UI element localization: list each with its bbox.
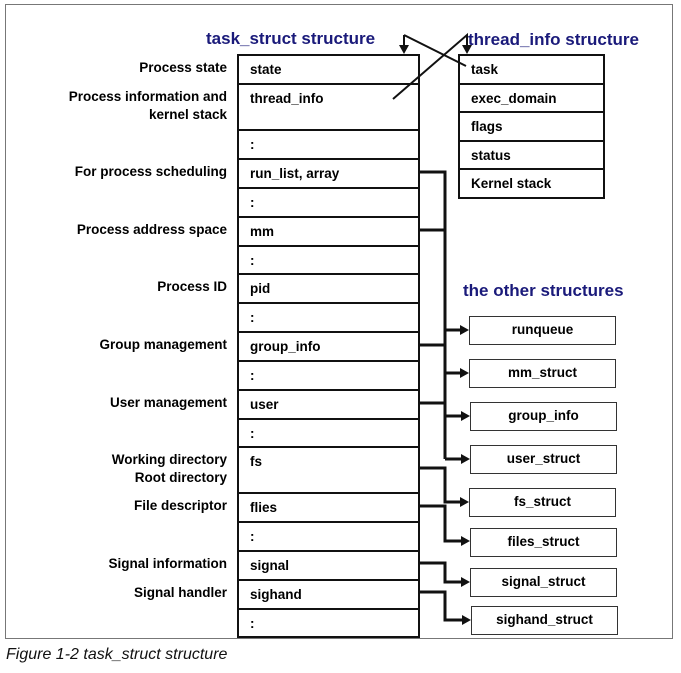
field-name: :: [250, 616, 255, 631]
field-description: Process information and kernel stack: [68, 89, 227, 122]
field-name: user: [250, 397, 279, 412]
task-struct-field: :: [237, 608, 420, 638]
thread-info-field: status: [458, 140, 605, 171]
other-structure-box: signal_struct: [470, 568, 617, 597]
field-name: status: [471, 148, 511, 163]
field-description: Signal handler: [133, 585, 227, 600]
other-structure-box: user_struct: [470, 445, 617, 474]
field-name: exec_domain: [471, 91, 557, 106]
other-structure-box: fs_struct: [469, 488, 616, 517]
field-name: group_info: [250, 339, 321, 354]
field-name: task: [471, 62, 499, 77]
structure-name: sighand_struct: [496, 612, 593, 627]
field-name: fs: [250, 454, 263, 469]
structure-name: signal_struct: [501, 574, 586, 589]
other-structure-box: files_struct: [470, 528, 617, 557]
task-struct-title: task_struct structure: [206, 29, 376, 48]
field-description: Process state: [139, 60, 227, 75]
field-name: :: [250, 368, 255, 383]
field-name: Kernel stack: [471, 176, 552, 191]
task-struct-field: run_list, array: [237, 158, 420, 189]
other-structure-box: runqueue: [469, 316, 616, 345]
thread-info-field: exec_domain: [458, 83, 605, 114]
field-name: :: [250, 253, 255, 268]
field-name: :: [250, 195, 255, 210]
figure-caption: Figure 1-2 task_struct structure: [6, 646, 228, 663]
other-structures-title: the other structures: [463, 281, 624, 300]
task-struct-field: user: [237, 389, 420, 420]
task-struct-field: :: [237, 129, 420, 160]
task-struct-field: mm: [237, 216, 420, 247]
field-name: :: [250, 529, 255, 544]
structure-name: files_struct: [507, 534, 580, 549]
field-description: File descriptor: [133, 498, 227, 513]
task-struct-field: state: [237, 54, 420, 85]
task-struct-field: group_info: [237, 331, 420, 362]
task-struct-field: sighand: [237, 579, 420, 610]
field-name: signal: [250, 558, 290, 573]
structure-name: mm_struct: [507, 365, 578, 380]
other-structure-box: mm_struct: [469, 359, 616, 388]
field-name: :: [250, 426, 255, 441]
field-description: For process scheduling: [74, 164, 227, 179]
other-structure-box: sighand_struct: [471, 606, 618, 635]
field-name: flies: [250, 500, 278, 515]
field-description: Signal information: [108, 556, 227, 571]
field-description: Process ID: [157, 279, 227, 294]
structure-name: user_struct: [506, 451, 581, 466]
task-struct-field: flies: [237, 492, 420, 523]
task-struct-field: :: [237, 521, 420, 552]
task-struct-field: fs: [237, 446, 420, 494]
field-name: mm: [250, 224, 275, 239]
field-name: :: [250, 137, 255, 152]
field-description: Group management: [99, 337, 227, 352]
task-struct-field: :: [237, 187, 420, 218]
thread-info-field: task: [458, 54, 605, 85]
task-struct-field: :: [237, 360, 420, 391]
field-name: state: [250, 62, 282, 77]
task-struct-field: :: [237, 418, 420, 448]
field-description: User management: [109, 395, 227, 410]
field-name: flags: [471, 119, 503, 134]
field-name: sighand: [250, 587, 302, 602]
thread-info-field: flags: [458, 111, 605, 142]
task-struct-field: :: [237, 302, 420, 333]
field-name: pid: [250, 281, 271, 296]
thread-info-title: thread_info structure: [468, 30, 639, 49]
structure-name: group_info: [508, 408, 579, 423]
field-name: run_list, array: [250, 166, 340, 181]
field-description: Working directory Root directory: [111, 452, 227, 485]
task-struct-field: :: [237, 245, 420, 275]
field-name: thread_info: [250, 91, 324, 106]
structure-name: fs_struct: [513, 494, 572, 509]
task-struct-field: thread_info: [237, 83, 420, 131]
structure-name: runqueue: [511, 322, 574, 337]
field-description: Process address space: [76, 222, 227, 237]
task-struct-field: pid: [237, 273, 420, 304]
other-structure-box: group_info: [470, 402, 617, 431]
field-name: :: [250, 310, 255, 325]
task-struct-field: signal: [237, 550, 420, 581]
thread-info-field: Kernel stack: [458, 168, 605, 199]
